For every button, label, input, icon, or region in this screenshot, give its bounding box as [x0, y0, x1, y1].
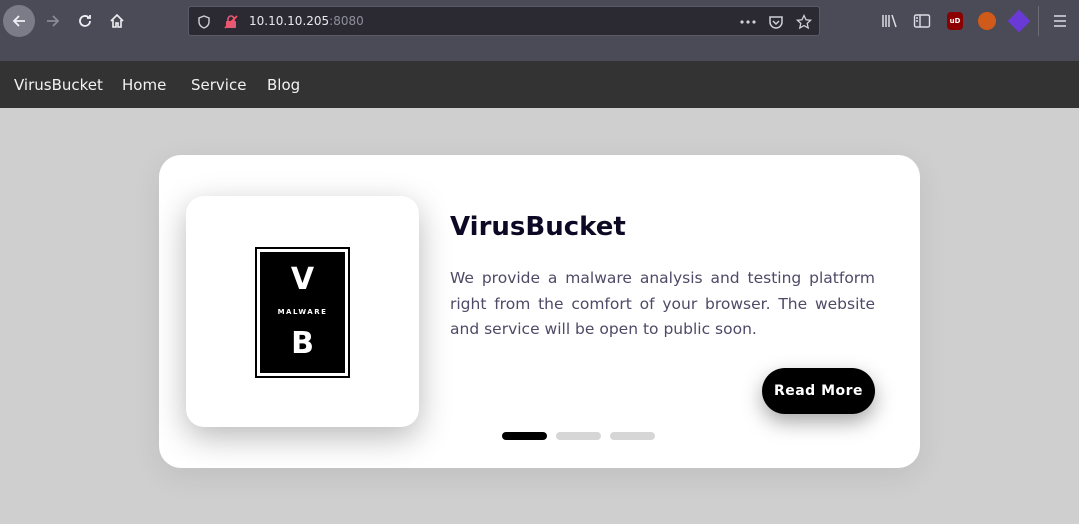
toolbar-separator [1038, 6, 1039, 36]
card-title: VirusBucket [450, 212, 626, 242]
reload-icon [79, 15, 91, 27]
more-icon[interactable] [739, 13, 757, 31]
hamburger-menu-icon[interactable] [1049, 10, 1071, 32]
logo-letter-v: V [290, 262, 315, 297]
logo-box: V MALWARE B [186, 196, 419, 427]
sidebar-icon[interactable] [911, 10, 933, 32]
arrow-left-icon [12, 15, 25, 27]
nav-link-home[interactable]: Home [122, 76, 166, 94]
slider-card: V MALWARE B VirusBucket We provide a mal… [159, 155, 920, 468]
shield-icon[interactable] [195, 13, 213, 31]
reload-button[interactable] [69, 5, 101, 37]
back-button[interactable] [3, 5, 35, 37]
slider-dot-2[interactable] [556, 432, 601, 440]
home-button[interactable] [101, 5, 133, 37]
pocket-icon[interactable] [767, 13, 785, 31]
nav-brand[interactable]: VirusBucket [14, 76, 103, 94]
foxyproxy-extension-icon[interactable] [978, 12, 996, 30]
home-icon [110, 13, 124, 28]
nav-link-service[interactable]: Service [191, 76, 246, 94]
slider-dot-3[interactable] [610, 432, 655, 440]
card-description: We provide a malware analysis and testin… [450, 269, 875, 338]
address-bar[interactable]: 10.10.10.205:8080 [188, 6, 820, 36]
arrow-right-icon [47, 15, 60, 27]
virusbucket-logo: V MALWARE B [255, 247, 350, 378]
forward-button[interactable] [37, 5, 69, 37]
url-text[interactable]: 10.10.10.205:8080 [249, 14, 364, 28]
browser-toolbar: 10.10.10.205:8080 uD [0, 0, 1079, 61]
nav-link-blog[interactable]: Blog [267, 76, 300, 94]
url-host: 10.10.10.205 [249, 14, 330, 28]
logo-letter-b: B [291, 326, 314, 361]
site-navbar: VirusBucket Home Service Blog [0, 61, 1079, 108]
logo-malware-text: MALWARE [277, 308, 328, 316]
read-more-button[interactable]: Read More [762, 368, 875, 414]
ublock-extension-icon[interactable]: uD [947, 12, 963, 30]
url-port: :8080 [329, 14, 364, 28]
slider-dot-1[interactable] [502, 432, 547, 440]
insecure-lock-icon[interactable] [222, 13, 240, 31]
library-icon[interactable] [879, 10, 901, 32]
star-icon[interactable] [795, 13, 813, 31]
slider-pagination [502, 432, 655, 440]
extension-cube-icon[interactable] [1007, 9, 1031, 33]
logo-inner: V MALWARE B [260, 252, 345, 373]
